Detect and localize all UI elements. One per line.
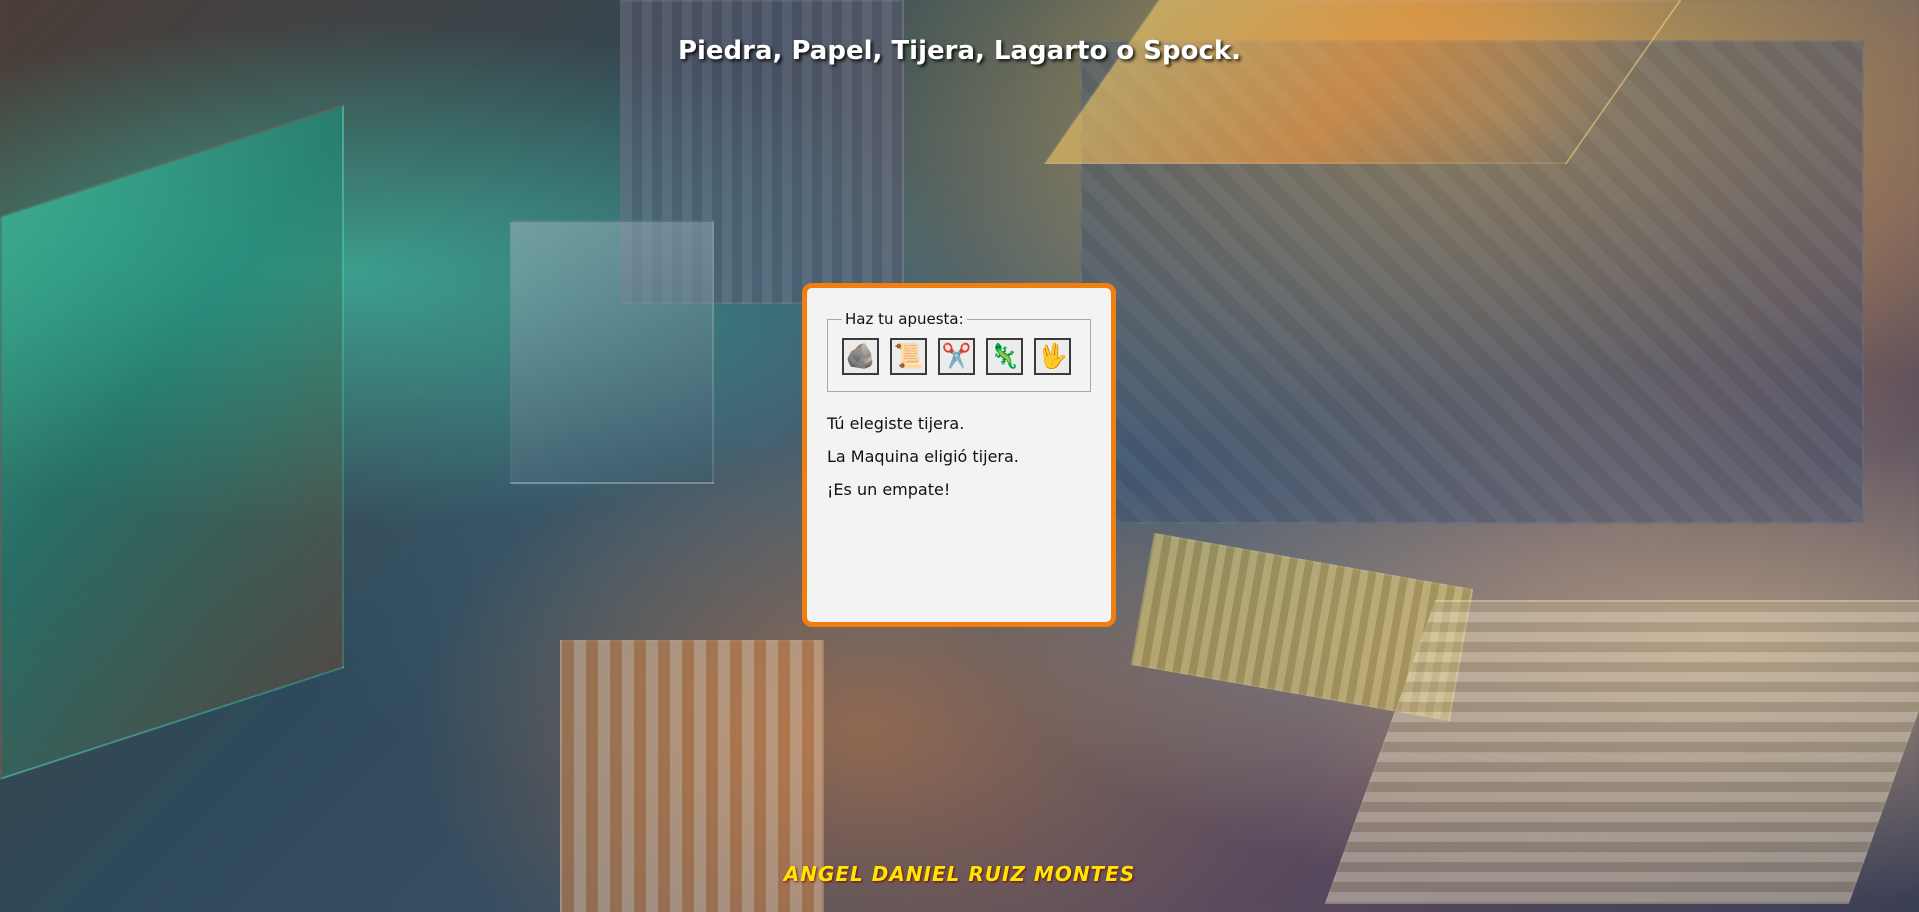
paper-scroll-icon: 📜: [893, 342, 924, 370]
vulcan-salute-icon: 🖖: [1037, 342, 1068, 370]
author-signature: ANGEL DANIEL RUIZ MONTES: [783, 862, 1136, 886]
paper-button[interactable]: 📜: [890, 338, 927, 375]
rock-icon: 🪨: [845, 342, 876, 370]
outcome-text: ¡Es un empate!: [827, 480, 951, 499]
background-building: [0, 104, 344, 780]
page-title: Piedra, Papel, Tijera, Lagarto o Spock.: [677, 36, 1242, 66]
lizard-icon: 🦎: [989, 342, 1020, 370]
lizard-button[interactable]: 🦎: [986, 338, 1023, 375]
rock-button[interactable]: 🪨: [842, 338, 879, 375]
player-choice-text: Tú elegiste tijera.: [827, 414, 965, 433]
machine-choice-text: La Maquina eligió tijera.: [827, 447, 1019, 466]
spock-button[interactable]: 🖖: [1034, 338, 1071, 375]
scissors-button[interactable]: ✂️: [938, 338, 975, 375]
bet-legend: Haz tu apuesta:: [845, 310, 964, 328]
background-building: [510, 220, 714, 484]
bet-fieldset: Haz tu apuesta: 🪨 📜 ✂️ 🦎 🖖: [827, 310, 1091, 392]
choice-buttons: 🪨 📜 ✂️ 🦎 🖖: [842, 338, 1080, 375]
game-card: Haz tu apuesta: 🪨 📜 ✂️ 🦎 🖖 Tú elegiste t…: [802, 283, 1116, 627]
scissors-icon: ✂️: [941, 342, 972, 370]
results: Tú elegiste tijera. La Maquina eligió ti…: [827, 414, 1091, 499]
